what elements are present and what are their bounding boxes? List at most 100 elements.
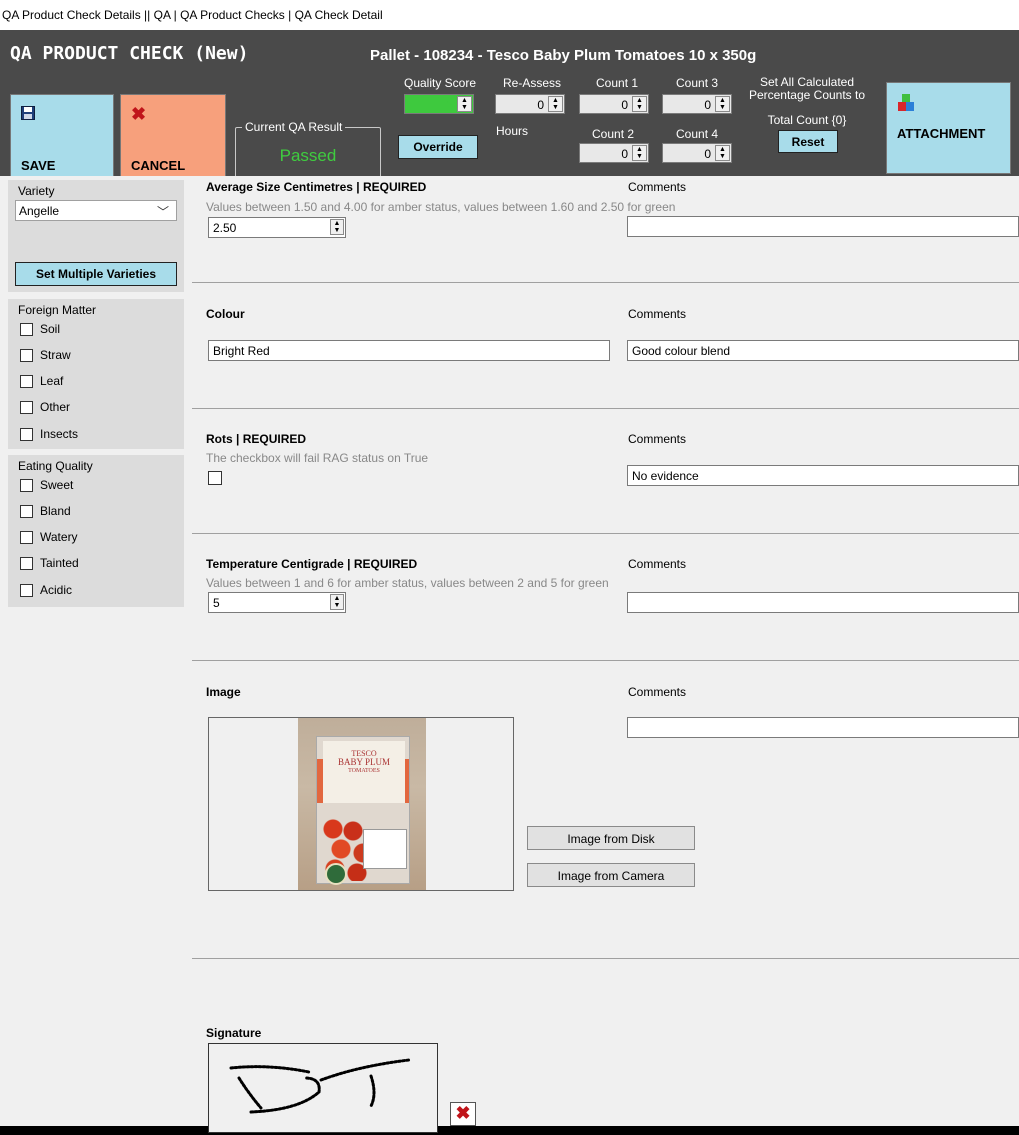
rots-label: Rots | REQUIRED xyxy=(206,432,307,446)
checkbox-box[interactable] xyxy=(20,556,33,570)
checkbox-other[interactable]: Other xyxy=(20,397,70,417)
set-all-text: Set All Calculated Percentage Counts to xyxy=(742,76,872,102)
count2-value: 0 xyxy=(621,147,628,161)
checkbox-box[interactable] xyxy=(20,530,33,544)
image-from-camera-button[interactable]: Image from Camera xyxy=(527,863,695,887)
header-toolbar: QA PRODUCT CHECK (New) Pallet - 108234 -… xyxy=(0,30,1019,182)
image-comments-label: Comments xyxy=(628,685,687,699)
count2-label: Count 2 xyxy=(592,127,635,141)
reassess-label: Re-Assess xyxy=(503,76,562,90)
variety-value: Angelle xyxy=(19,204,60,218)
checkbox-watery[interactable]: Watery xyxy=(20,527,78,547)
qa-result-legend: Current QA Result xyxy=(242,120,346,134)
section-divider xyxy=(192,408,1019,409)
count4-stepper[interactable]: 0 ▲ ▼ xyxy=(662,143,732,163)
reassess-value: 0 xyxy=(537,98,544,112)
checkbox-box[interactable] xyxy=(20,504,33,518)
avg-size-stepper[interactable]: 2.50 ▲ ▼ xyxy=(208,217,346,238)
checkbox-box[interactable] xyxy=(20,583,33,597)
quality-score-stepper[interactable]: 3 ▲ ▼ xyxy=(404,94,474,114)
rots-comments-label: Comments xyxy=(628,432,687,446)
colour-comments-label: Comments xyxy=(628,307,687,321)
checkbox-tainted[interactable]: Tainted xyxy=(20,553,79,573)
section-divider xyxy=(192,533,1019,534)
reset-button[interactable]: Reset xyxy=(778,130,838,153)
set-multiple-varieties-button[interactable]: Set Multiple Varieties xyxy=(15,262,177,286)
section-divider xyxy=(192,282,1019,283)
count3-label: Count 3 xyxy=(676,76,719,90)
save-button[interactable]: SAVE xyxy=(10,94,114,182)
count2-stepper[interactable]: 0 ▲ ▼ xyxy=(579,143,649,163)
temperature-stepper[interactable]: 5 ▲ ▼ xyxy=(208,592,346,613)
stepper-arrows-icon[interactable]: ▲ ▼ xyxy=(632,145,647,161)
override-button[interactable]: Override xyxy=(398,135,478,159)
image-from-disk-button[interactable]: Image from Disk xyxy=(527,826,695,850)
quality-score-label: Quality Score xyxy=(404,76,477,90)
stepper-arrows-icon[interactable]: ▲ ▼ xyxy=(330,594,344,610)
section-divider xyxy=(192,958,1019,959)
stepper-arrows-icon[interactable]: ▲ ▼ xyxy=(457,96,472,112)
foreign-matter-label: Foreign Matter xyxy=(18,303,97,317)
temperature-hint: Values between 1 and 6 for amber status,… xyxy=(206,576,609,590)
stepper-arrows-icon[interactable]: ▲ ▼ xyxy=(548,96,563,112)
checkbox-box[interactable] xyxy=(20,374,33,388)
signature-drawing xyxy=(229,1058,411,1114)
attachment-label: ATTACHMENT xyxy=(897,126,986,141)
cancel-button[interactable]: ✖ CANCEL xyxy=(120,94,226,182)
set-all-line2: Percentage Counts to xyxy=(748,88,866,102)
product-image-box[interactable]: TESCO BABY PLUM TOMATOES xyxy=(208,717,514,891)
checkbox-soil[interactable]: Soil xyxy=(20,319,60,339)
section-divider xyxy=(192,660,1019,661)
pallet-title: Pallet - 108234 - Tesco Baby Plum Tomato… xyxy=(370,47,757,64)
rots-comment-input[interactable]: No evidence xyxy=(627,465,1019,486)
checkbox-box[interactable] xyxy=(20,478,33,492)
stepper-arrows-icon[interactable]: ▲ ▼ xyxy=(715,145,730,161)
avg-size-value: 2.50 xyxy=(213,221,237,235)
count1-label: Count 1 xyxy=(596,76,639,90)
product-photo: TESCO BABY PLUM TOMATOES xyxy=(298,718,426,890)
reassess-stepper[interactable]: 0 ▲ ▼ xyxy=(495,94,565,114)
image-comment-input[interactable] xyxy=(627,717,1019,738)
variety-select[interactable]: Angelle ﹀ xyxy=(15,200,177,221)
stepper-arrows-icon[interactable]: ▲ ▼ xyxy=(632,96,647,112)
checkbox-acidic[interactable]: Acidic xyxy=(20,580,72,600)
count4-value: 0 xyxy=(704,147,711,161)
colour-comment-input[interactable]: Good colour blend xyxy=(627,340,1019,361)
temperature-value: 5 xyxy=(213,596,220,610)
tomato-pack: TESCO BABY PLUM TOMATOES xyxy=(316,736,410,885)
count4-label: Count 4 xyxy=(676,127,719,141)
count3-stepper[interactable]: 0 ▲ ▼ xyxy=(662,94,732,114)
checkbox-leaf[interactable]: Leaf xyxy=(20,371,63,391)
attachment-button[interactable]: ATTACHMENT xyxy=(886,82,1011,174)
eating-quality-label: Eating Quality xyxy=(18,459,93,473)
stepper-arrows-icon[interactable]: ▲ ▼ xyxy=(715,96,730,112)
price-sticker xyxy=(363,829,407,869)
checkbox-straw[interactable]: Straw xyxy=(20,345,71,365)
close-icon: ✖ xyxy=(455,1103,471,1123)
checkbox-sweet[interactable]: Sweet xyxy=(20,475,73,495)
rots-checkbox[interactable] xyxy=(208,471,222,485)
checkbox-box[interactable] xyxy=(20,348,33,362)
colour-label: Colour xyxy=(206,307,245,321)
temperature-comment-input[interactable] xyxy=(627,592,1019,613)
colour-input[interactable]: Bright Red xyxy=(208,340,610,361)
quality-seal xyxy=(325,863,347,885)
attachment-cubes-icon xyxy=(897,93,919,116)
count1-stepper[interactable]: 0 ▲ ▼ xyxy=(579,94,649,114)
hours-label: Hours xyxy=(496,124,529,138)
temperature-label: Temperature Centigrade | REQUIRED xyxy=(206,557,418,571)
clear-signature-button[interactable]: ✖ xyxy=(450,1102,476,1126)
avg-size-label: Average Size Centimetres | REQUIRED xyxy=(206,180,427,194)
stepper-arrows-icon[interactable]: ▲ ▼ xyxy=(330,219,344,235)
checkbox-bland[interactable]: Bland xyxy=(20,501,71,521)
checkbox-box[interactable] xyxy=(20,322,33,336)
avg-size-comment-input[interactable] xyxy=(627,216,1019,237)
window-title: QA Product Check Details || QA | QA Prod… xyxy=(0,0,1019,30)
main-form: Average Size Centimetres | REQUIRED Comm… xyxy=(192,176,1019,1133)
checkbox-box[interactable] xyxy=(20,400,33,414)
signature-label: Signature xyxy=(206,1026,262,1040)
checkbox-insects[interactable]: Insects xyxy=(20,424,78,444)
signature-pad[interactable] xyxy=(208,1043,438,1133)
checkbox-box[interactable] xyxy=(20,427,33,441)
cross-icon: ✖ xyxy=(131,104,147,124)
